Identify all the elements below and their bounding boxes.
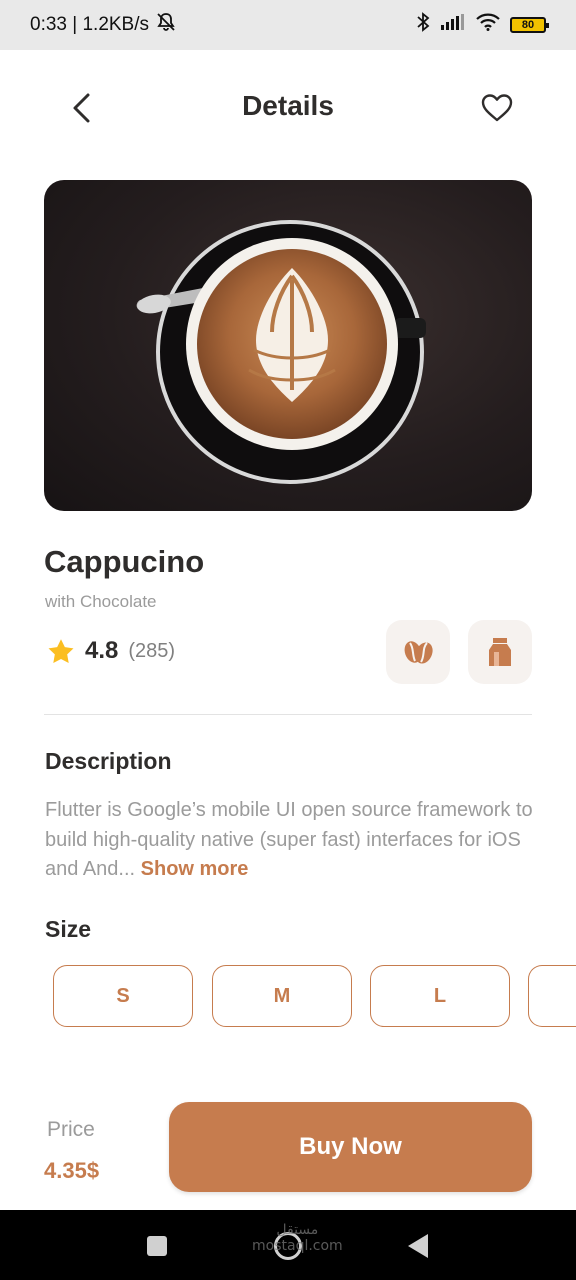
mute-icon bbox=[155, 12, 177, 38]
description-body: Flutter is Google’s mobile UI open sourc… bbox=[45, 799, 533, 880]
divider bbox=[44, 714, 532, 715]
rating: 4.8 (285) bbox=[47, 637, 175, 665]
status-bar: 0:33 | 1.2KB/s 80 bbox=[0, 0, 576, 50]
buy-now-button[interactable]: Buy Now bbox=[169, 1102, 532, 1192]
status-left: 0:33 | 1.2KB/s bbox=[30, 12, 177, 38]
wifi-icon bbox=[476, 13, 500, 37]
watermark-line1: مستقل bbox=[276, 1222, 319, 1238]
heart-outline-icon bbox=[481, 94, 513, 122]
description-text: Flutter is Google’s mobile UI open sourc… bbox=[45, 796, 537, 885]
header: Details bbox=[0, 70, 576, 146]
size-option-m[interactable]: M bbox=[212, 965, 352, 1027]
show-more-link[interactable]: Show more bbox=[141, 858, 249, 880]
description-title: Description bbox=[45, 748, 172, 774]
product-name: Cappucino bbox=[44, 544, 205, 579]
milk-feature bbox=[468, 620, 532, 684]
status-right: 80 bbox=[416, 12, 549, 38]
signal-icon bbox=[440, 14, 466, 36]
rating-count: (285) bbox=[128, 639, 176, 662]
system-nav-bar: مستقل mostaql.com bbox=[0, 1210, 576, 1280]
bluetooth-icon bbox=[416, 12, 430, 38]
system-back-button[interactable] bbox=[408, 1234, 428, 1258]
watermark-line2: mostaql.com bbox=[252, 1238, 343, 1254]
price-value: 4.35$ bbox=[44, 1158, 100, 1183]
watermark: مستقل mostaql.com bbox=[252, 1222, 343, 1254]
size-title: Size bbox=[45, 916, 92, 942]
star-icon bbox=[48, 638, 74, 663]
favorite-button[interactable] bbox=[477, 88, 517, 128]
recent-apps-button[interactable] bbox=[147, 1236, 167, 1256]
product-subtitle: with Chocolate bbox=[45, 592, 157, 611]
cappuccino-photo bbox=[136, 220, 426, 484]
rating-value: 4.8 bbox=[85, 637, 119, 664]
coffee-bean-icon bbox=[404, 641, 433, 664]
battery-icon: 80 bbox=[510, 17, 549, 33]
price-label: Price bbox=[47, 1118, 95, 1141]
status-time: 0:33 | 1.2KB/s bbox=[30, 14, 150, 35]
milk-icon bbox=[489, 638, 511, 666]
coffee-bean-feature bbox=[386, 620, 450, 684]
size-option-s[interactable]: S bbox=[53, 965, 193, 1027]
size-option-l[interactable]: L bbox=[370, 965, 510, 1027]
size-option-partial[interactable] bbox=[528, 965, 576, 1027]
product-image bbox=[44, 180, 532, 511]
